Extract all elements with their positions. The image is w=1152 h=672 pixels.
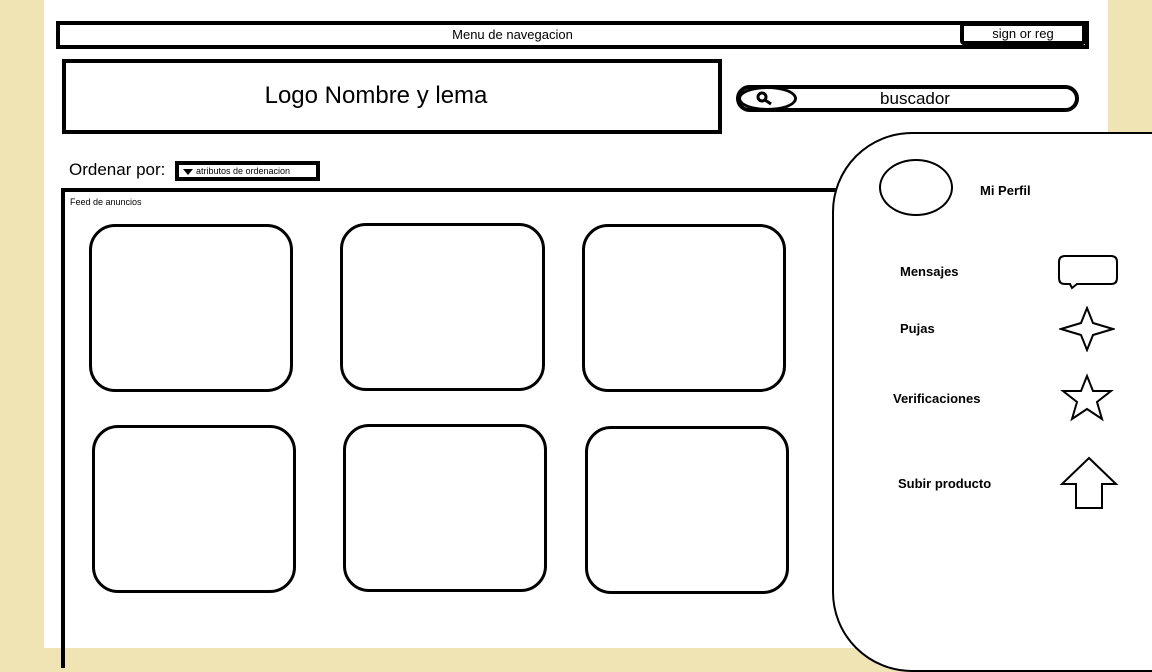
search-icon [756, 91, 772, 106]
speech-bubble-icon[interactable] [1057, 254, 1119, 290]
four-point-star-icon[interactable] [1059, 306, 1115, 352]
sidebar-item-bids[interactable]: Pujas [900, 321, 935, 336]
navigation-menu[interactable]: Menu de navegacion [56, 21, 1089, 49]
sign-in-button[interactable]: sign or reg [960, 22, 1086, 45]
sort-selected-value: atributos de ordenacion [196, 166, 291, 176]
my-profile-link[interactable]: Mi Perfil [980, 183, 1031, 198]
star-icon[interactable] [1060, 373, 1114, 423]
ad-card[interactable] [340, 223, 545, 391]
ad-card[interactable] [585, 426, 789, 594]
sort-dropdown[interactable]: atributos de ordenacion [175, 161, 320, 181]
up-arrow-icon[interactable] [1059, 455, 1119, 511]
feed-label: Feed de anuncios [70, 197, 142, 207]
ad-card[interactable] [343, 424, 547, 592]
sidebar-item-verifications[interactable]: Verificaciones [893, 391, 980, 406]
search-placeholder: buscador [880, 89, 950, 108]
sidebar-item-messages[interactable]: Mensajes [900, 264, 959, 279]
sort-label: Ordenar por: [69, 160, 166, 179]
logo-box: Logo Nombre y lema [62, 59, 722, 134]
ad-card[interactable] [92, 425, 296, 593]
chevron-down-icon [183, 168, 193, 175]
avatar[interactable] [879, 159, 953, 216]
navigation-menu-title: Menu de navegacion [452, 27, 573, 42]
sidebar-item-upload-product[interactable]: Subir producto [898, 476, 991, 491]
ad-card[interactable] [582, 224, 786, 392]
search-button[interactable] [738, 86, 797, 111]
ad-card[interactable] [89, 224, 293, 392]
logo-text: Logo Nombre y lema [264, 82, 488, 109]
